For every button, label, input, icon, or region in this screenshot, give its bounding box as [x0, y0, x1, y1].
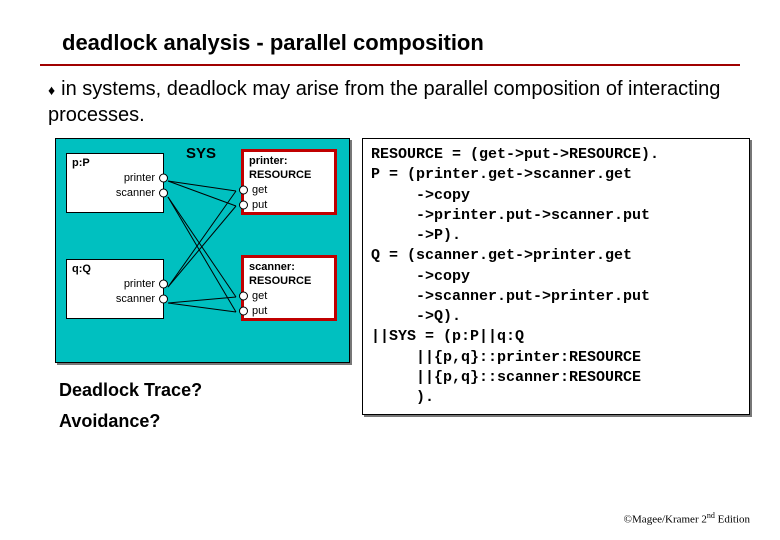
footer-pre: ©Magee/Kramer: [624, 514, 702, 526]
p-port-scanner: scanner: [72, 186, 158, 201]
resource-scanner-box: scanner: RESOURCE get put: [241, 255, 337, 321]
scanner-header: scanner:: [249, 261, 329, 273]
process-q-box: q:Q printer scanner: [66, 259, 164, 319]
title-rule: [40, 64, 740, 66]
slide: deadlock analysis - parallel composition…: [0, 0, 780, 540]
sys-label: SYS: [186, 145, 216, 162]
footer-sup: nd: [707, 511, 715, 520]
fsp-code: RESOURCE = (get->put->RESOURCE). P = (pr…: [362, 138, 750, 415]
footer-suf: Edition: [715, 514, 750, 526]
p-port-printer: printer: [72, 171, 158, 186]
scanner-sub: RESOURCE: [249, 275, 329, 287]
resource-printer-box: printer: RESOURCE get put: [241, 149, 337, 215]
printer-sub: RESOURCE: [249, 169, 329, 181]
body-text: ♦in systems, deadlock may arise from the…: [0, 76, 780, 128]
process-q-header: q:Q: [72, 263, 158, 275]
scanner-port-put: put: [249, 304, 329, 319]
question-avoidance: Avoidance?: [59, 406, 350, 437]
printer-port-put: put: [249, 198, 329, 213]
printer-header: printer:: [249, 155, 329, 167]
process-p-box: p:P printer scanner: [66, 153, 164, 213]
scanner-port-get: get: [249, 289, 329, 304]
footer-credit: ©Magee/Kramer 2nd Edition: [624, 511, 750, 526]
content-row: SYS p:P printer scanner q:Q printer scan…: [0, 128, 780, 436]
bullet-icon: ♦: [48, 82, 55, 98]
question-trace: Deadlock Trace?: [59, 375, 350, 406]
questions: Deadlock Trace? Avoidance?: [55, 375, 350, 436]
diagram-column: SYS p:P printer scanner q:Q printer scan…: [55, 138, 350, 436]
body-span: in systems, deadlock may arise from the …: [48, 78, 720, 126]
q-port-printer: printer: [72, 277, 158, 292]
sys-diagram: SYS p:P printer scanner q:Q printer scan…: [55, 138, 350, 363]
process-p-header: p:P: [72, 157, 158, 169]
q-port-scanner: scanner: [72, 292, 158, 307]
slide-title: deadlock analysis - parallel composition: [0, 0, 780, 64]
printer-port-get: get: [249, 183, 329, 198]
